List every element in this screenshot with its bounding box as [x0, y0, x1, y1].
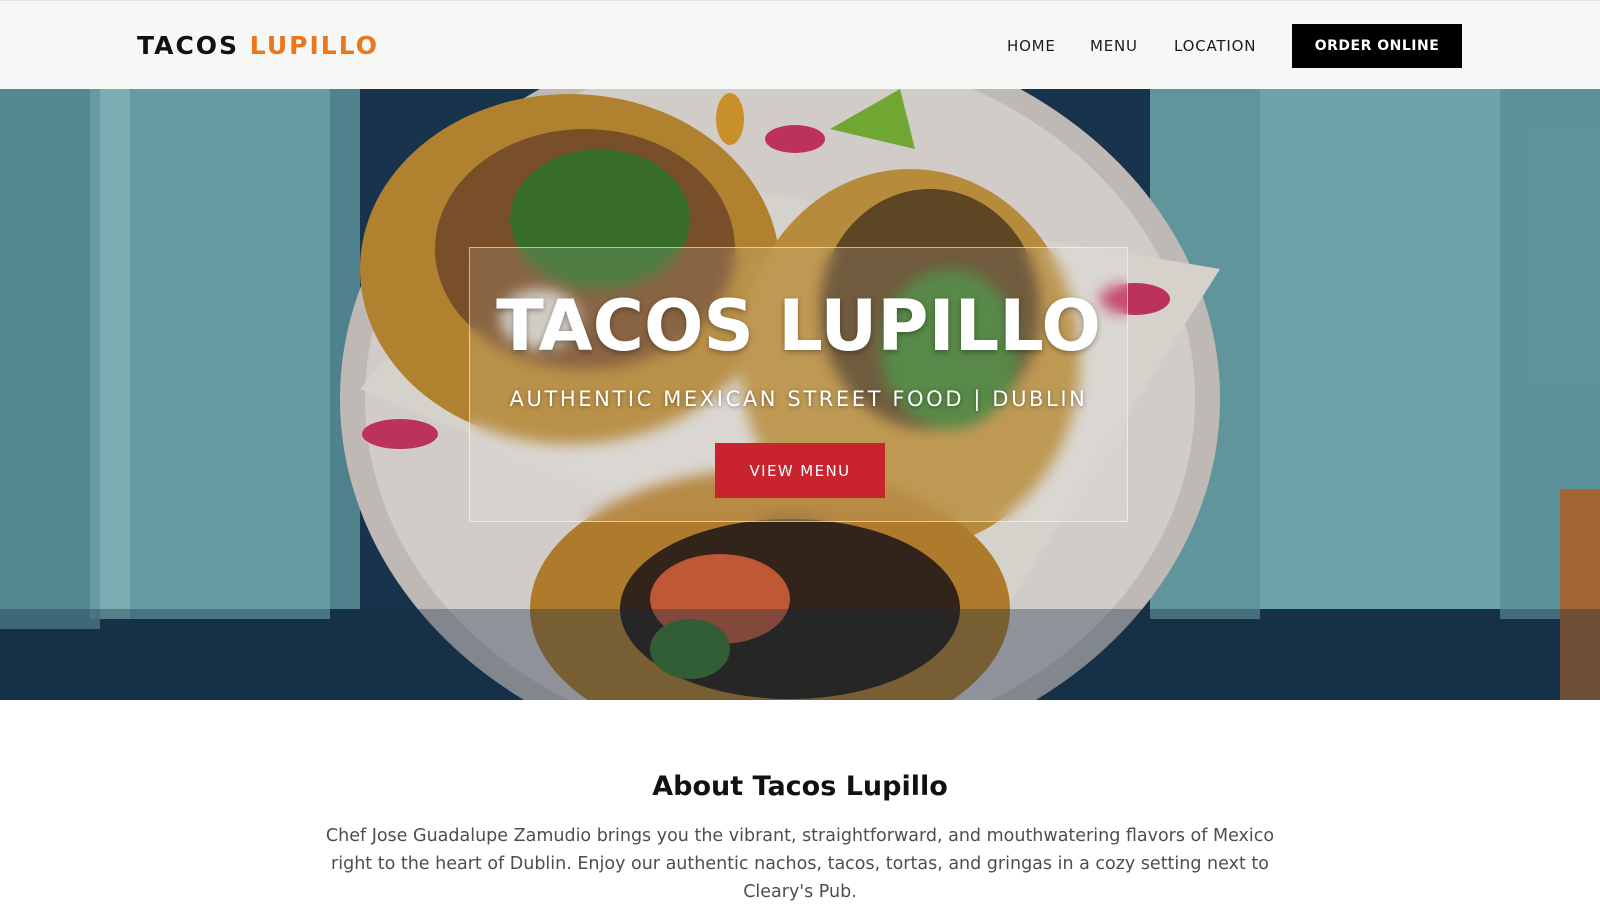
logo-word-lupillo: LUPILLO	[249, 31, 379, 60]
order-online-button[interactable]: ORDER ONLINE	[1292, 24, 1462, 68]
hero-title: TACOS LUPILLO	[496, 285, 1101, 367]
nav-location-link[interactable]: LOCATION	[1174, 36, 1256, 56]
hero-glass-box: TACOS LUPILLO AUTHENTIC MEXICAN STREET F…	[469, 247, 1128, 522]
view-menu-button[interactable]: VIEW MENU	[715, 443, 885, 498]
logo-word-tacos: TACOS	[137, 31, 240, 60]
about-heading: About Tacos Lupillo	[652, 771, 948, 802]
nav-home-link[interactable]: HOME	[1007, 36, 1056, 56]
nav-menu-link[interactable]: MENU	[1090, 36, 1138, 56]
hero-section: TACOS LUPILLO AUTHENTIC MEXICAN STREET F…	[0, 89, 1600, 700]
site-logo[interactable]: TACOS LUPILLO	[137, 31, 379, 61]
site-header: TACOS LUPILLO HOME MENU LOCATION ORDER O…	[0, 0, 1600, 89]
hero-subtitle: AUTHENTIC MEXICAN STREET FOOD | DUBLIN	[509, 387, 1088, 411]
about-paragraph: Chef Jose Guadalupe Zamudio brings you t…	[325, 826, 1275, 902]
